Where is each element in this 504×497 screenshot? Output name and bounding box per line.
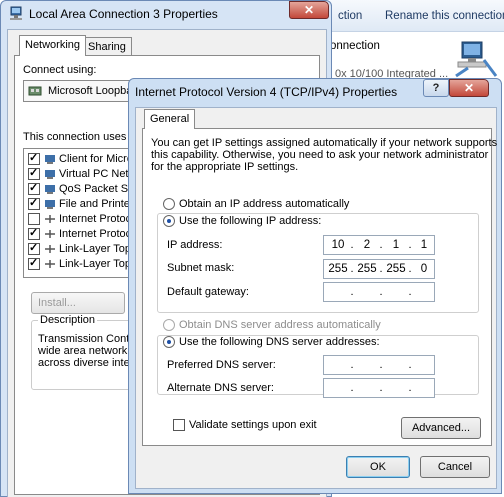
ip-manual-radio[interactable]	[163, 215, 175, 227]
validate-checkbox[interactable]	[173, 419, 185, 431]
connect-using-label: Connect using:	[23, 64, 97, 76]
network-adapter-icon	[455, 41, 498, 78]
intro-line: You can get IP settings assigned automat…	[151, 137, 498, 149]
ip-dot: .	[350, 382, 354, 394]
connection-item-name: onnection	[330, 40, 380, 52]
dns-auto-radio[interactable]	[163, 319, 175, 331]
tab-general[interactable]: General	[144, 109, 196, 129]
ip-address-field[interactable]: 10 . 2 . 1 . 1	[323, 235, 435, 255]
ip-manual-label[interactable]: Use the following IP address:	[179, 215, 324, 227]
component-checkbox[interactable]	[28, 166, 40, 180]
component-checkbox[interactable]	[28, 256, 40, 270]
service-icon	[45, 185, 55, 194]
ip-dot: .	[350, 359, 354, 371]
ip-dot: .	[408, 382, 412, 394]
close-button[interactable]: ✕	[449, 79, 489, 97]
component-label: File and Printer	[59, 198, 134, 210]
adapter-icon	[28, 86, 42, 96]
service-icon	[45, 200, 55, 209]
protocol-icon	[45, 260, 55, 268]
component-checkbox[interactable]	[28, 181, 40, 195]
dns-manual-label[interactable]: Use the following DNS server addresses:	[179, 336, 382, 348]
ip-octet-3: 1	[392, 239, 400, 251]
description-title: Description	[38, 314, 98, 326]
cancel-button[interactable]: Cancel	[420, 456, 490, 478]
component-label: Internet Protoc	[59, 228, 132, 240]
component-label: Link-Layer Top	[59, 258, 131, 270]
component-checkbox[interactable]	[28, 196, 40, 210]
advanced-button[interactable]: Advanced...	[401, 417, 481, 439]
component-label: Internet Protoc	[59, 213, 132, 225]
ip-dot: .	[408, 286, 412, 298]
ip-dot: .	[379, 286, 383, 298]
default-gateway-field[interactable]: . . .	[323, 282, 435, 302]
ip-octet-4: 1	[420, 239, 428, 251]
ipv4-properties-title: Internet Protocol Version 4 (TCP/IPv4) P…	[135, 85, 398, 99]
ipv4-properties-titlebar[interactable]: Internet Protocol Version 4 (TCP/IPv4) P…	[129, 79, 501, 105]
component-checkbox[interactable]	[28, 226, 40, 240]
ip-dot: .	[379, 382, 383, 394]
client-icon	[45, 155, 55, 164]
component-checkbox[interactable]	[28, 241, 40, 255]
component-label: Link-Layer Top	[59, 243, 131, 255]
alternate-dns-label: Alternate DNS server:	[167, 382, 274, 394]
close-button[interactable]: ✕	[289, 1, 329, 19]
component-label: QoS Packet Sc	[59, 183, 134, 195]
connection-uses-label: This connection uses th	[23, 131, 139, 143]
service-icon	[45, 170, 55, 179]
preferred-dns-label: Preferred DNS server:	[167, 359, 276, 371]
general-tab-panel: You can get IP settings assigned automat…	[142, 128, 498, 446]
ipv4-properties-dialog: Internet Protocol Version 4 (TCP/IPv4) P…	[128, 78, 502, 494]
component-checkbox[interactable]	[28, 151, 40, 165]
protocol-icon	[45, 230, 55, 238]
validate-label[interactable]: Validate settings upon exit	[189, 419, 317, 431]
preferred-dns-field[interactable]: . . .	[323, 355, 435, 375]
connection-properties-titlebar[interactable]: Local Area Connection 3 Properties ✕	[1, 1, 331, 27]
dns-manual-radio[interactable]	[163, 336, 175, 348]
ip-auto-label[interactable]: Obtain an IP address automatically	[179, 198, 349, 210]
protocol-icon	[45, 215, 55, 223]
ipv4-properties-body: General You can get IP settings assigned…	[135, 107, 497, 489]
network-connections-toolbar: ction Rename this connection	[330, 0, 504, 32]
ip-auto-radio[interactable]	[163, 198, 175, 210]
ip-octet-1: 10	[331, 239, 345, 251]
component-checkbox[interactable]	[28, 213, 40, 225]
protocol-icon	[45, 245, 55, 253]
subnet-octet-4: 0	[420, 263, 428, 275]
ip-dot: .	[350, 286, 354, 298]
ip-dot: .	[408, 359, 412, 371]
subnet-octet-3: 255	[386, 263, 406, 275]
ok-button[interactable]: OK	[346, 456, 410, 478]
toolbar-action-connection[interactable]: ction	[338, 10, 362, 22]
intro-line: for the appropriate IP settings.	[151, 161, 299, 173]
connection-properties-title: Local Area Connection 3 Properties	[29, 7, 218, 21]
tab-sharing[interactable]: Sharing	[82, 37, 132, 57]
adapter-name: Microsoft Loopba	[48, 85, 133, 97]
ip-dot: .	[379, 359, 383, 371]
intro-line: this capability. Otherwise, you need to …	[151, 149, 489, 161]
help-button[interactable]: ?	[423, 79, 449, 97]
intro-text: You can get IP settings assigned automat…	[151, 137, 498, 173]
ip-address-label: IP address:	[167, 239, 223, 251]
alternate-dns-field[interactable]: . . .	[323, 378, 435, 398]
subnet-mask-field[interactable]: 255 . 255 . 255 . 0	[323, 259, 435, 279]
install-button[interactable]: Install...	[31, 292, 125, 314]
subnet-octet-2: 255	[357, 263, 377, 275]
default-gateway-label: Default gateway:	[167, 286, 249, 298]
component-label: Client for Micro	[59, 153, 133, 165]
dns-auto-label[interactable]: Obtain DNS server address automatically	[179, 319, 381, 331]
network-connection-icon	[10, 6, 22, 20]
component-label: Virtual PC Netw	[59, 168, 137, 180]
tab-networking[interactable]: Networking	[19, 35, 87, 56]
ip-octet-2: 2	[363, 239, 371, 251]
subnet-mask-label: Subnet mask:	[167, 262, 235, 274]
rename-connection-action[interactable]: Rename this connection	[385, 10, 504, 22]
subnet-octet-1: 255	[328, 263, 348, 275]
